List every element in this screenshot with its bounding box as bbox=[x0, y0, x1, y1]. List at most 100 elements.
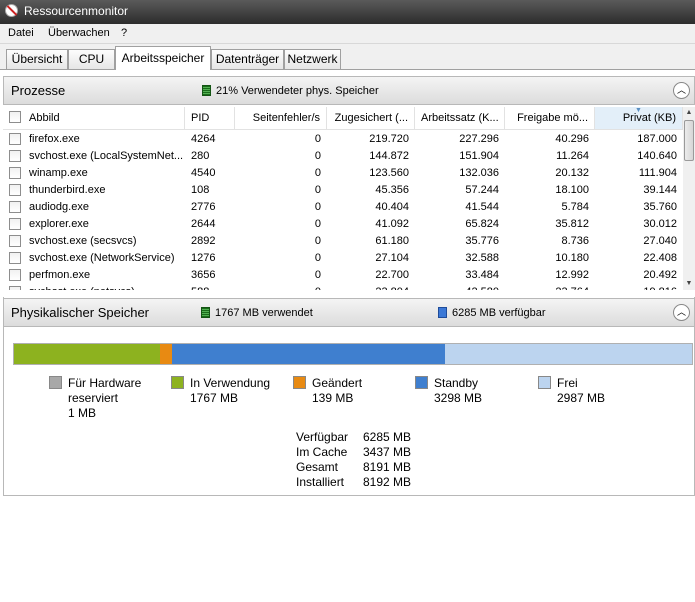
cell-zugesichert: 219.720 bbox=[369, 133, 409, 145]
menu-help[interactable]: ? bbox=[121, 27, 127, 39]
cell-seitenfehler: 0 bbox=[235, 284, 327, 290]
row-checkbox[interactable] bbox=[9, 133, 21, 145]
sort-descending-icon: ▼ bbox=[635, 107, 642, 114]
cell-freigabe: 40.296 bbox=[555, 133, 589, 145]
column-freigabe[interactable]: Freigabe mö... bbox=[505, 107, 595, 129]
cell-freigabe: 20.132 bbox=[555, 167, 589, 179]
scroll-down-icon[interactable]: ▼ bbox=[683, 278, 695, 290]
table-row[interactable]: firefox.exe 4264 0 219.720 227.296 40.296 187.… bbox=[3, 131, 683, 148]
memory-page: Prozesse 21% Verwendeter phys. Speicher … bbox=[0, 70, 695, 602]
row-checkbox[interactable] bbox=[9, 184, 21, 196]
summary-label: Installiert bbox=[296, 475, 345, 489]
process-scrollbar[interactable]: ▲ ▼ bbox=[683, 107, 695, 290]
scroll-thumb[interactable] bbox=[684, 120, 694, 161]
legend-text: Für Hardware reserviert 1 MB bbox=[68, 376, 142, 420]
scroll-up-icon[interactable]: ▲ bbox=[683, 107, 695, 119]
column-abbild[interactable]: Abbild bbox=[23, 107, 185, 129]
row-checkbox[interactable] bbox=[9, 167, 21, 179]
cell-freigabe: 23.764 bbox=[505, 284, 595, 290]
cell-freigabe: 18.100 bbox=[555, 184, 589, 196]
cell-freigabe: 11.264 bbox=[556, 150, 589, 162]
cell-zugesichert: 41.092 bbox=[375, 218, 409, 230]
tab-datentraeger[interactable]: Datenträger bbox=[211, 49, 284, 69]
column-seitenfehler[interactable]: Seitenfehler/s bbox=[235, 107, 327, 129]
cell-arbeitssatz: 132.036 bbox=[459, 167, 499, 179]
legend-swatch bbox=[538, 376, 551, 389]
app-icon bbox=[5, 4, 18, 17]
cell-privat: 111.904 bbox=[638, 167, 677, 179]
window-title: Ressourcenmonitor bbox=[24, 4, 129, 18]
cell-seitenfehler: 0 bbox=[314, 269, 321, 281]
cell-arbeitssatz: 32.588 bbox=[465, 252, 499, 264]
row-checkbox[interactable] bbox=[9, 235, 21, 247]
bar-segment-in-verwendung bbox=[14, 344, 160, 364]
tab-arbeitsspeicher[interactable]: Arbeitsspeicher bbox=[115, 46, 211, 70]
cell-abbild: perfmon.exe bbox=[29, 269, 91, 281]
cell-zugesichert: 144.872 bbox=[369, 150, 409, 162]
select-all-checkbox[interactable] bbox=[9, 111, 21, 123]
cell-pid: 2776 bbox=[191, 201, 216, 213]
cell-privat: 187.000 bbox=[637, 133, 677, 145]
cell-privat: 140.640 bbox=[637, 150, 677, 162]
cell-privat: 19.816 bbox=[595, 284, 683, 290]
summary-label: Gesamt bbox=[296, 460, 339, 474]
cell-arbeitssatz: 227.296 bbox=[459, 133, 499, 145]
row-checkbox[interactable] bbox=[9, 252, 21, 264]
cell-pid: 4540 bbox=[191, 167, 216, 179]
cell-zugesichert: 22.700 bbox=[375, 269, 409, 281]
cell-privat: 27.040 bbox=[643, 235, 677, 247]
row-checkbox[interactable] bbox=[9, 269, 21, 281]
cell-abbild: firefox.exe bbox=[29, 133, 80, 145]
column-zugesichert[interactable]: Zugesichert (... bbox=[327, 107, 415, 129]
cell-seitenfehler: 0 bbox=[314, 184, 321, 196]
row-checkbox[interactable] bbox=[9, 201, 21, 213]
column-pid[interactable]: PID bbox=[185, 107, 235, 129]
column-arbeitssatz[interactable]: Arbeitssatz (K... bbox=[415, 107, 505, 129]
row-checkbox[interactable] bbox=[9, 218, 21, 230]
cell-arbeitssatz: 65.824 bbox=[465, 218, 499, 230]
table-row[interactable]: svchost.exe (NetworkService) 1276 0 27.104 3… bbox=[3, 250, 683, 267]
cell-seitenfehler: 0 bbox=[314, 201, 321, 213]
cell-privat: 35.760 bbox=[643, 201, 677, 213]
row-checkbox[interactable] bbox=[9, 150, 21, 162]
cell-abbild: svchost.exe (NetworkService) bbox=[29, 252, 175, 264]
tab-uebersicht[interactable]: Übersicht bbox=[6, 49, 68, 69]
collapse-processes-button[interactable]: ︿ bbox=[673, 82, 690, 99]
tab-netzwerk[interactable]: Netzwerk bbox=[284, 49, 341, 69]
cell-zugesichert: 23.804 bbox=[327, 284, 415, 290]
menu-bar: Datei Überwachen ? bbox=[0, 24, 695, 44]
cell-pid: 108 bbox=[191, 184, 210, 196]
cell-pid: 588 bbox=[185, 284, 235, 290]
cell-freigabe: 35.812 bbox=[555, 218, 589, 230]
cell-abbild: svchost.exe (netsvcs) bbox=[23, 284, 185, 290]
cell-zugesichert: 27.104 bbox=[375, 252, 409, 264]
table-row[interactable]: perfmon.exe 3656 0 22.700 33.484 12.992 20.492 bbox=[3, 267, 683, 284]
tab-cpu[interactable]: CPU bbox=[68, 49, 115, 69]
legend-text: Standby 3298 MB bbox=[434, 376, 483, 405]
bar-segment-standby bbox=[172, 344, 445, 364]
cell-freigabe: 12.992 bbox=[555, 269, 589, 281]
table-row[interactable]: thunderbird.exe 108 0 45.356 57.244 18.100 39.… bbox=[3, 182, 683, 199]
summary-value: 6285 MB bbox=[363, 430, 412, 444]
table-row[interactable]: winamp.exe 4540 0 123.560 132.036 20.132 111.9… bbox=[3, 165, 683, 182]
cell-abbild: svchost.exe (LocalSystemNet... bbox=[29, 150, 184, 162]
table-row[interactable]: svchost.exe (netsvcs)588023.80442.58023.… bbox=[3, 284, 683, 290]
table-row[interactable]: audiodg.exe 2776 0 40.404 41.544 5.784 35.760 bbox=[3, 199, 683, 216]
cell-abbild: winamp.exe bbox=[29, 167, 88, 179]
cell-arbeitssatz: 57.244 bbox=[465, 184, 499, 196]
table-row[interactable]: svchost.exe (LocalSystemNet... 280 0 144.87… bbox=[3, 148, 683, 165]
title-bar: Ressourcenmonitor bbox=[0, 0, 695, 24]
row-checkbox[interactable] bbox=[9, 286, 21, 290]
legend-swatch bbox=[171, 376, 184, 389]
menu-ueberwachen[interactable]: Überwachen bbox=[48, 27, 110, 39]
cell-zugesichert: 123.560 bbox=[369, 167, 409, 179]
physical-memory-panel: Für Hardware reserviert 1 MB In Verwendung 1… bbox=[3, 297, 695, 496]
legend-text: In Verwendung 1767 MB bbox=[190, 376, 271, 405]
legend-swatch bbox=[415, 376, 428, 389]
table-row[interactable]: explorer.exe 2644 0 41.092 65.824 35.812 30.01… bbox=[3, 216, 683, 233]
table-row[interactable]: svchost.exe (secsvcs) 2892 0 61.180 35.776 8.… bbox=[3, 233, 683, 250]
processes-header[interactable]: Prozesse 21% Verwendeter phys. Speicher … bbox=[3, 76, 695, 105]
memory-usage-bar bbox=[13, 343, 693, 365]
menu-datei[interactable]: Datei bbox=[8, 27, 34, 39]
process-table-header: Abbild PID Seitenfehler/s Zugesichert (.… bbox=[3, 107, 683, 130]
